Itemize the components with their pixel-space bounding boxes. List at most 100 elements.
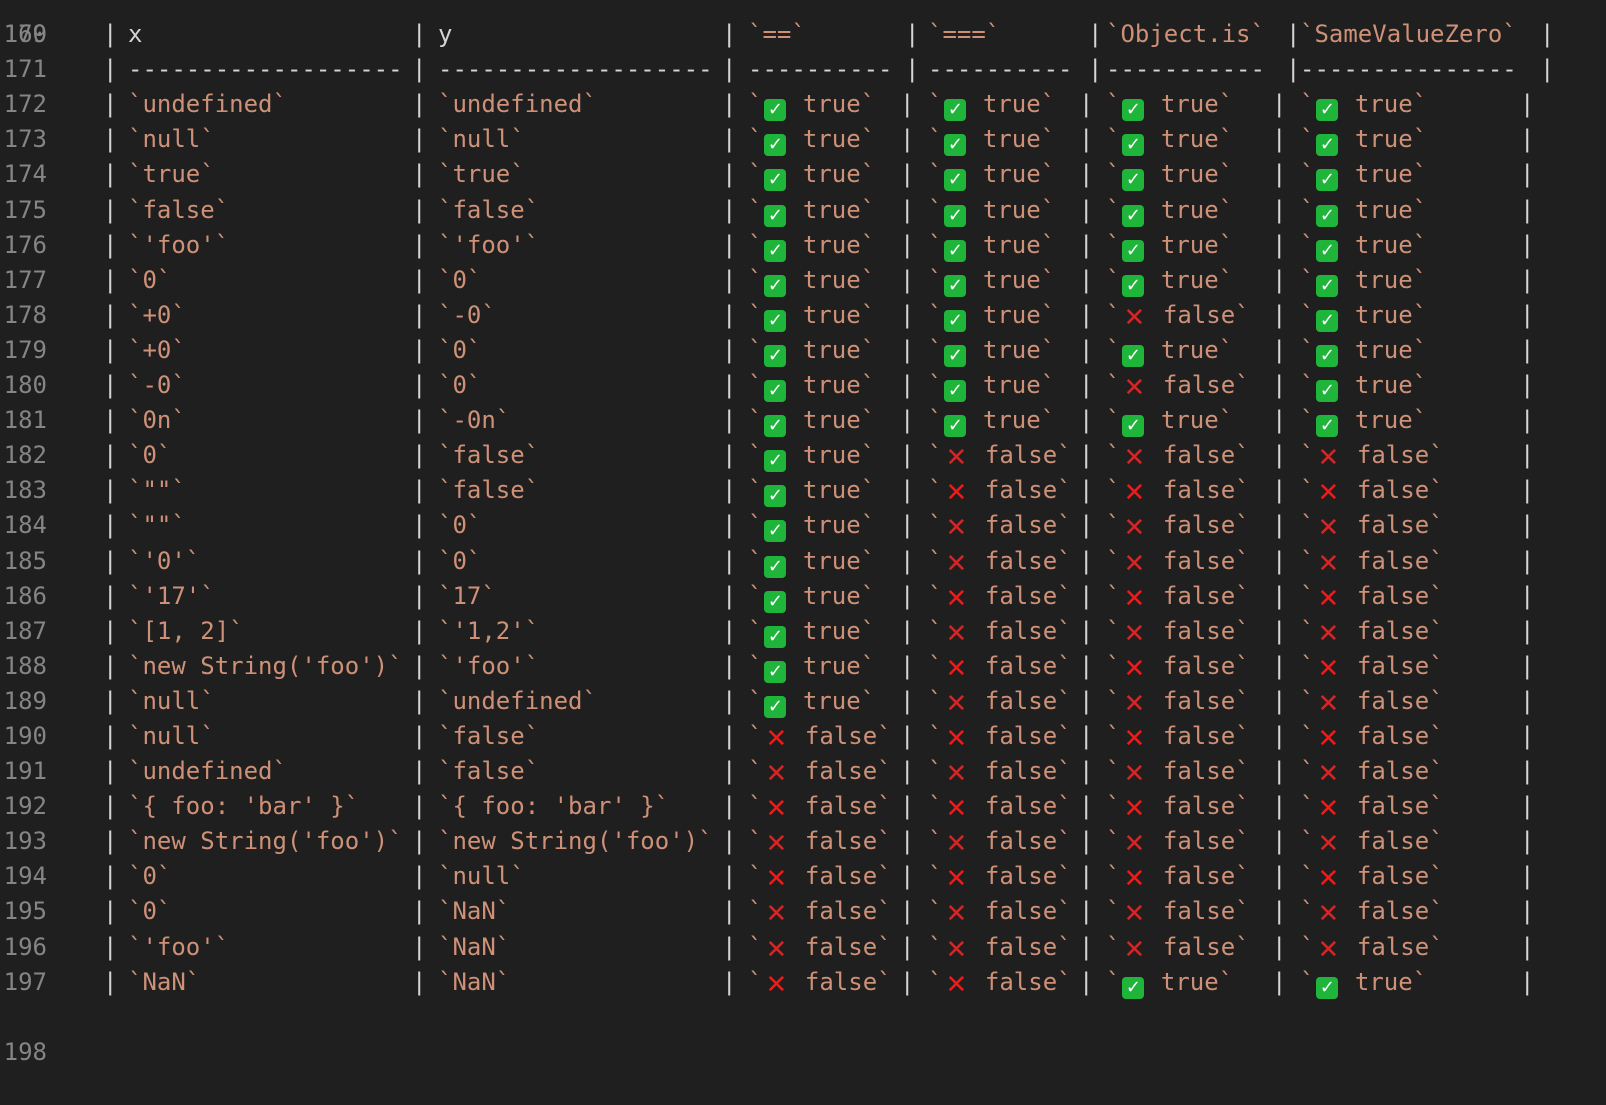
y-value: `{ foo: 'bar' }` xyxy=(438,792,670,821)
backtick: ` xyxy=(1040,335,1056,364)
table-row[interactable]: 187 | | | | | | | `[1, 2]` `'1,2'` ` ✓ true` ` ✕ fals… xyxy=(0,614,1606,649)
pipe-separator: | xyxy=(900,476,915,505)
table-row[interactable]: 177 | | | | | | | `0` `0` ` ✓ true` ` ✓ true` ` ✓ true`… xyxy=(0,263,1606,298)
pipe-separator: | xyxy=(722,546,737,575)
table-row[interactable]: 173 | | | | | | | `null` `null` ` ✓ true` ` ✓ true` ` ✓… xyxy=(0,122,1606,157)
table-row[interactable]: 182 | | | | | | | `0` `false` ` ✓ true` ` ✕ false` ` ✕ … xyxy=(0,438,1606,473)
pipe-separator: | xyxy=(1272,581,1287,610)
table-row[interactable]: 178 | | | | | | | `+0` `-0` ` ✓ true` ` ✓ true` ` ✕ fal… xyxy=(0,298,1606,333)
cross-mark-icon: ✕ xyxy=(945,899,968,930)
table-row[interactable]: 172 | | | | | | | `undefined` `undefined` ` ✓ true`… xyxy=(0,87,1606,122)
table-row[interactable]: 185 | | | | | | | `'0'` `0` ` ✓ true` ` ✕ false` ` ✕ fa… xyxy=(0,544,1606,579)
backtick: ` xyxy=(877,792,892,821)
table-row[interactable]: 192 | | | | | | | `{ foo: 'bar' }` `{ foo: 'bar' … xyxy=(0,789,1606,824)
backtick: ` xyxy=(1057,792,1072,821)
line-number: 185 xyxy=(3,546,47,575)
false-label: false xyxy=(1162,300,1236,329)
table-row[interactable]: 179 | | | | | | | `+0` `0` ` ✓ true` ` ✓ true` ` ✓ true… xyxy=(0,333,1606,368)
result-cell-is: ` ✓ true` xyxy=(1106,122,1233,157)
result-cell-seq: ` ✓ true` xyxy=(928,298,1055,333)
table-row[interactable]: 195 | | | | | | | `0` `NaN` ` ✕ false` ` ✕ false` ` ✕ f… xyxy=(0,894,1606,929)
backtick: ` xyxy=(928,651,943,680)
false-label: false xyxy=(1162,721,1236,750)
pipe-separator: | xyxy=(900,581,915,610)
editor-line[interactable]: 169 xyxy=(0,0,1606,48)
table-header-line[interactable]: 170 | | | | | | | x y `==` `===` `Object.is` `SameVal… xyxy=(0,17,1606,52)
pipe-separator: | xyxy=(1079,335,1094,364)
backtick: ` xyxy=(1106,300,1121,329)
backtick: ` xyxy=(928,686,943,715)
true-label: true xyxy=(1354,125,1413,154)
pipe-separator: | xyxy=(722,125,737,154)
result-cell-svz: ` ✓ true` xyxy=(1300,193,1427,228)
table-row[interactable]: 181 | | | | | | | `0n` `-0n` ` ✓ true` ` ✓ true` ` ✓ tr… xyxy=(0,403,1606,438)
table-row[interactable]: 184 | | | | | | | `""` `0` ` ✓ true` ` ✕ false` ` ✕ fal… xyxy=(0,508,1606,543)
result-cell-svz: ` ✕ false` xyxy=(1300,930,1444,965)
false-label: false xyxy=(984,862,1058,891)
cross-mark-icon: ✕ xyxy=(1123,583,1146,614)
backtick: ` xyxy=(860,230,876,259)
true-label: true xyxy=(802,686,861,715)
cross-mark-icon: ✕ xyxy=(1123,794,1146,825)
table-row[interactable]: 189 | | | | | | | `null` `undefined` ` ✓ true` ` ✕ fa… xyxy=(0,684,1606,719)
backtick: ` xyxy=(1106,406,1121,435)
table-row[interactable]: 194 | | | | | | | `0` `null` ` ✕ false` ` ✕ false` ` ✕ … xyxy=(0,859,1606,894)
false-label: false xyxy=(804,721,878,750)
white-check-mark-icon: ✓ xyxy=(944,274,967,297)
pipe-separator: | xyxy=(1520,827,1535,856)
pipe-separator: | xyxy=(412,721,427,750)
pipe-separator: | xyxy=(1286,20,1301,49)
table-row[interactable]: 188 | | | | | | | `new String('foo')` `'foo'` ` ✓ t… xyxy=(0,649,1606,684)
line-number: 191 xyxy=(3,757,47,786)
result-cell-svz: ` ✕ false` xyxy=(1300,789,1444,824)
table-row[interactable]: 191 | | | | | | | `undefined` `false` ` ✕ false` ` ✕ … xyxy=(0,754,1606,789)
white-check-mark-icon: ✓ xyxy=(944,239,967,262)
pipe-separator: | xyxy=(1520,616,1535,645)
line-number: 190 xyxy=(3,721,47,750)
result-cell-eq: ` ✓ true` xyxy=(748,228,875,263)
backtick: ` xyxy=(928,932,943,961)
false-label: false xyxy=(1162,441,1236,470)
white-check-mark-icon: ✓ xyxy=(944,415,967,438)
result-cell-is: ` ✕ false` xyxy=(1106,684,1250,719)
table-row[interactable]: 186 | | | | | | | `'17'` `17` ` ✓ true` ` ✕ false` ` ✕ … xyxy=(0,579,1606,614)
table-row[interactable]: 196 | | | | | | | `'foo'` `NaN` ` ✕ false` ` ✕ false`… xyxy=(0,930,1606,965)
table-row[interactable]: 183 | | | | | | | `""` `false` ` ✓ true` ` ✕ false` ` ✕… xyxy=(0,473,1606,508)
cross-mark-icon: ✕ xyxy=(1317,583,1340,614)
table-row[interactable]: 174 | | | | | | | `true` `true` ` ✓ true` ` ✓ true` ` ✓… xyxy=(0,157,1606,192)
table-row[interactable]: 193 | | | | | | | `new String('foo')` `new String… xyxy=(0,824,1606,859)
true-label: true xyxy=(982,300,1041,329)
backtick: ` xyxy=(1300,160,1315,189)
result-cell-svz: ` ✓ true` xyxy=(1300,263,1427,298)
pipe-separator: | xyxy=(1520,230,1535,259)
code-editor[interactable]: 169 170 | | | | | | | x y `==` `===` `Object.is` `Sam… xyxy=(0,0,1606,1066)
backtick: ` xyxy=(1300,125,1315,154)
backtick: ` xyxy=(1300,90,1315,119)
backtick: ` xyxy=(1057,757,1072,786)
false-label: false xyxy=(984,511,1058,540)
false-label: false xyxy=(984,616,1058,645)
table-separator-line[interactable]: 171 | | | | | | | ------------------- -----------… xyxy=(0,52,1606,87)
table-row[interactable]: 180 | | | | | | | `-0` `0` ` ✓ true` ` ✓ true` ` ✕ fals… xyxy=(0,368,1606,403)
pipe-separator: | xyxy=(103,265,118,294)
backtick: ` xyxy=(1412,335,1428,364)
backtick: ` xyxy=(1106,897,1121,926)
cross-mark-icon: ✕ xyxy=(1317,653,1340,684)
pipe-separator: | xyxy=(412,932,427,961)
true-label: true xyxy=(982,335,1041,364)
pipe-separator: | xyxy=(1079,721,1094,750)
backtick: ` xyxy=(1218,967,1234,996)
table-row[interactable]: 197 | | | | | | | `NaN` `NaN` ` ✕ false` ` ✕ false` ` ✓… xyxy=(0,965,1606,1000)
result-cell-eq: ` ✓ true` xyxy=(748,684,875,719)
backtick: ` xyxy=(928,862,943,891)
editor-line[interactable]: 198 xyxy=(0,1000,1606,1066)
pipe-separator: | xyxy=(1520,125,1535,154)
table-row[interactable]: 175 | | | | | | | `false` `false` ` ✓ true` ` ✓ true`… xyxy=(0,193,1606,228)
pipe-separator: | xyxy=(1079,967,1094,996)
true-label: true xyxy=(802,581,861,610)
backtick: ` xyxy=(748,300,763,329)
true-label: true xyxy=(1354,371,1413,400)
false-label: false xyxy=(1356,792,1430,821)
table-row[interactable]: 190 | | | | | | | `null` `false` ` ✕ false` ` ✕ false… xyxy=(0,719,1606,754)
table-row[interactable]: 176 | | | | | | | `'foo'` `'foo'` ` ✓ true` ` ✓ true`… xyxy=(0,228,1606,263)
